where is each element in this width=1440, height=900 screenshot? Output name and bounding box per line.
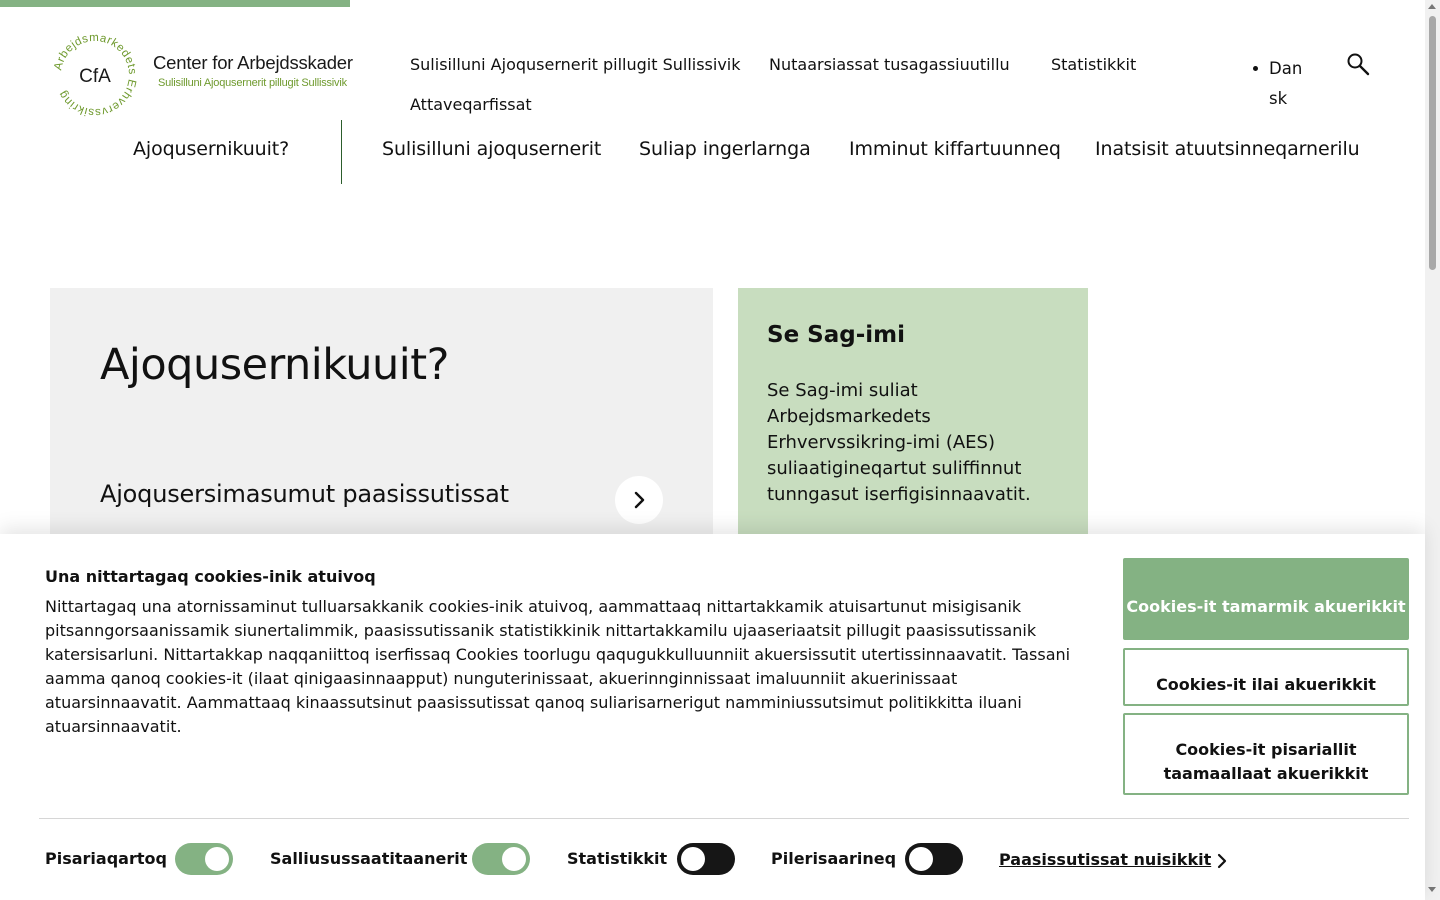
utility-nav-item-news[interactable]: Nutaarsiassat tusagassiuutillu [769,55,1010,74]
search-button[interactable] [1346,52,1370,76]
accept-necessary-cookies-button[interactable]: Cookies-it pisariallit taamaallaat akuer… [1123,713,1409,795]
toggle-marketing[interactable] [905,843,963,875]
main-nav-item-work-injuries[interactable]: Sulisilluni ajoqusernerit [382,138,601,160]
cookie-details-link[interactable]: Paasissutissat nuisikkit [999,850,1211,869]
main-nav-item-legislation[interactable]: Inatsisit atuutsinneqarnerilu [1095,138,1360,160]
utility-nav-item-center[interactable]: Sulisilluni Ajoqusernerit pillugit Sulli… [410,55,741,74]
logo-link[interactable]: Arbejdsmarkedets Erhvervssikring CfA Cen… [52,32,353,118]
scroll-up-arrow-icon[interactable] [1428,4,1436,9]
chevron-right-icon [634,491,645,509]
toggle-preferences[interactable] [472,843,530,875]
toggle-knob [681,847,705,871]
toggle-knob [909,847,933,871]
toggle-necessary[interactable] [175,843,233,875]
page-scrollbar[interactable] [1425,0,1440,900]
logo-name: Center for Arbejdsskader [153,52,353,73]
scroll-down-arrow-icon[interactable] [1428,887,1436,892]
toggle-knob [502,847,526,871]
toggle-label-statistics: Statistikkit [567,849,668,868]
logo-mark: CfA [79,66,111,87]
accept-all-cookies-button[interactable]: Cookies-it tamarmik akuerikkit [1123,558,1409,640]
toggle-statistics[interactable] [677,843,735,875]
main-nav-item-self-service[interactable]: Imminut kiffartuunneq [849,138,1061,160]
main-nav-item-case-process[interactable]: Suliap ingerlarnga [639,138,811,160]
language-label[interactable]: Dan sk [1269,54,1309,114]
main-nav-item-injured[interactable]: Ajoqusernikuuit? [133,138,289,160]
scrollbar-thumb[interactable] [1429,16,1436,270]
logo-subtitle: Sulisilluni Ajoqusernerit pillugit Sulli… [158,77,347,89]
hero-title: Ajoqusernikuuit? [100,340,449,390]
toggle-label-marketing: Pilerisaarineq [771,849,897,868]
utility-nav-item-statistics[interactable]: Statistikkit [1051,55,1136,74]
top-accent-bar [0,0,350,7]
cookie-banner: Una nittartagaq cookies-inik atuivoq Nit… [0,534,1425,900]
toggle-label-preferences: Salliusussaatitaanerit [270,849,468,868]
accept-some-cookies-button[interactable]: Cookies-it ilai akuerikkit [1123,648,1409,706]
nav-divider [341,120,342,184]
list-bullet [1253,66,1258,71]
logo-emblem: Arbejdsmarkedets Erhvervssikring CfA [52,32,137,118]
toggle-knob [205,847,229,871]
cookie-banner-title: Una nittartagaq cookies-inik atuivoq [45,567,376,586]
utility-nav-item-contact[interactable]: Attaveqarfissat [410,95,532,114]
hero-card: Ajoqusernikuuit? Ajoqusersimasumut paasi… [50,288,713,534]
hero-arrow-button[interactable] [615,476,663,524]
se-sag-card[interactable]: Se Sag-imi Se Sag-imi suliat Arbejdsmark… [738,288,1088,534]
hero-link[interactable]: Ajoqusersimasumut paasissutissat [100,480,509,508]
cookie-divider [39,818,1409,819]
se-sag-text: Se Sag-imi suliat Arbejdsmarkedets Erhve… [767,380,1031,505]
search-icon [1347,53,1370,76]
chevron-right-icon [1217,853,1227,869]
se-sag-title: Se Sag-imi [767,322,905,348]
cookie-banner-text: Nittartagaq una atornissaminut tulluarsa… [45,597,1071,736]
toggle-label-necessary: Pisariaqartoq [45,849,167,868]
